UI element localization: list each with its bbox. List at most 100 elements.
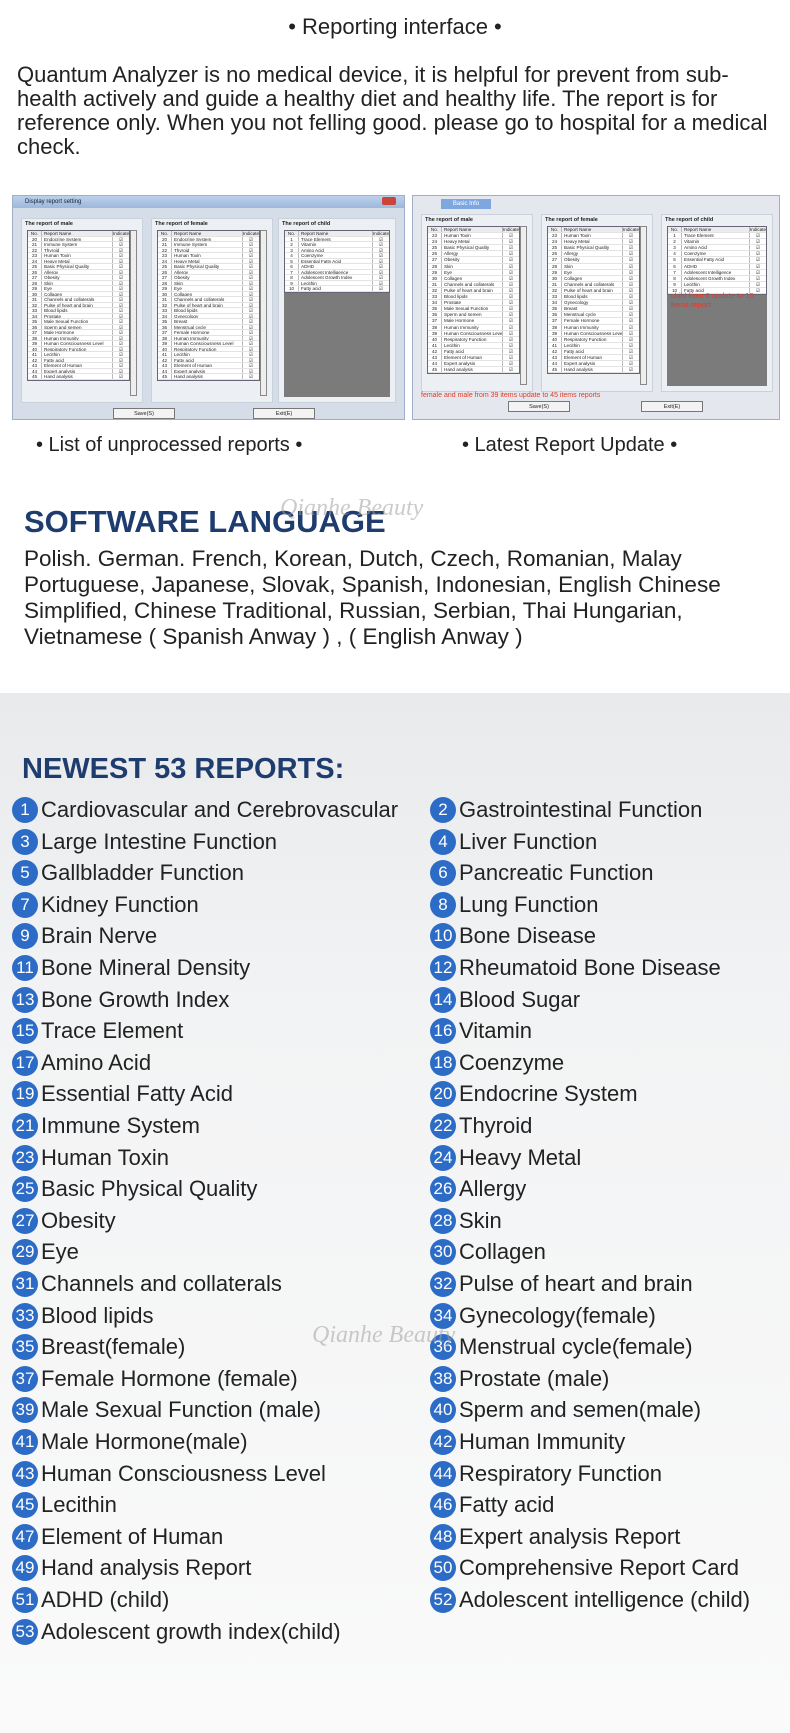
checkbox-icon[interactable]: ☑ xyxy=(113,270,129,275)
checkbox-icon[interactable]: ☑ xyxy=(750,251,766,256)
checkbox-icon[interactable]: ☑ xyxy=(243,248,259,253)
checkbox-icon[interactable]: ☑ xyxy=(243,286,259,291)
checkbox-icon[interactable]: ☑ xyxy=(503,325,519,330)
checkbox-icon[interactable]: ☑ xyxy=(243,253,259,258)
checkbox-icon[interactable]: ☑ xyxy=(113,347,129,352)
checkbox-icon[interactable]: ☑ xyxy=(113,275,129,280)
checkbox-icon[interactable]: ☑ xyxy=(623,282,639,287)
checkbox-icon[interactable]: ☑ xyxy=(243,270,259,275)
checkbox-icon[interactable]: ☑ xyxy=(503,282,519,287)
checkbox-icon[interactable]: ☑ xyxy=(623,264,639,269)
checkbox-icon[interactable]: ☑ xyxy=(750,270,766,275)
checkbox-icon[interactable]: ☑ xyxy=(113,358,129,363)
checkbox-icon[interactable]: ☑ xyxy=(750,257,766,262)
checkbox-icon[interactable]: ☑ xyxy=(503,367,519,372)
checkbox-icon[interactable]: ☑ xyxy=(113,248,129,253)
checkbox-icon[interactable]: ☑ xyxy=(623,367,639,372)
exit-button[interactable]: Exit(E) xyxy=(641,401,703,412)
checkbox-icon[interactable]: ☑ xyxy=(503,312,519,317)
checkbox-icon[interactable]: ☑ xyxy=(623,288,639,293)
checkbox-icon[interactable]: ☑ xyxy=(113,264,129,269)
checkbox-icon[interactable]: ☑ xyxy=(113,341,129,346)
checkbox-icon[interactable]: ☑ xyxy=(373,248,389,253)
checkbox-icon[interactable]: ☑ xyxy=(113,253,129,258)
save-button[interactable]: Save(S) xyxy=(508,401,570,412)
checkbox-icon[interactable]: ☑ xyxy=(113,363,129,368)
checkbox-icon[interactable]: ☑ xyxy=(243,374,259,379)
checkbox-icon[interactable]: ☑ xyxy=(373,237,389,242)
checkbox-icon[interactable]: ☑ xyxy=(623,300,639,305)
checkbox-icon[interactable]: ☑ xyxy=(373,270,389,275)
checkbox-icon[interactable]: ☑ xyxy=(243,347,259,352)
checkbox-icon[interactable]: ☑ xyxy=(113,308,129,313)
checkbox-icon[interactable]: ☑ xyxy=(503,331,519,336)
checkbox-icon[interactable]: ☑ xyxy=(113,352,129,357)
checkbox-icon[interactable]: ☑ xyxy=(503,349,519,354)
checkbox-icon[interactable]: ☑ xyxy=(243,363,259,368)
checkbox-icon[interactable]: ☑ xyxy=(503,251,519,256)
checkbox-icon[interactable]: ☑ xyxy=(113,369,129,374)
checkbox-icon[interactable]: ☑ xyxy=(503,245,519,250)
checkbox-icon[interactable]: ☑ xyxy=(243,352,259,357)
checkbox-icon[interactable]: ☑ xyxy=(750,233,766,238)
checkbox-icon[interactable]: ☑ xyxy=(243,297,259,302)
checkbox-icon[interactable]: ☑ xyxy=(623,343,639,348)
checkbox-icon[interactable]: ☑ xyxy=(373,242,389,247)
checkbox-icon[interactable]: ☑ xyxy=(750,264,766,269)
checkbox-icon[interactable]: ☑ xyxy=(503,264,519,269)
checkbox-icon[interactable]: ☑ xyxy=(503,318,519,323)
checkbox-icon[interactable]: ☑ xyxy=(503,257,519,262)
checkbox-icon[interactable]: ☑ xyxy=(113,286,129,291)
save-button[interactable]: Save(S) xyxy=(113,408,175,419)
checkbox-icon[interactable]: ☑ xyxy=(113,297,129,302)
checkbox-icon[interactable]: ☑ xyxy=(503,300,519,305)
checkbox-icon[interactable]: ☑ xyxy=(373,275,389,280)
checkbox-icon[interactable]: ☑ xyxy=(503,276,519,281)
checkbox-icon[interactable]: ☑ xyxy=(503,343,519,348)
checkbox-icon[interactable]: ☑ xyxy=(243,369,259,374)
checkbox-icon[interactable]: ☑ xyxy=(623,251,639,256)
checkbox-icon[interactable]: ☑ xyxy=(623,312,639,317)
checkbox-icon[interactable]: ☑ xyxy=(623,331,639,336)
checkbox-icon[interactable]: ☑ xyxy=(243,303,259,308)
checkbox-icon[interactable]: ☑ xyxy=(503,337,519,342)
exit-button[interactable]: Exit(E) xyxy=(253,408,315,419)
checkbox-icon[interactable]: ☑ xyxy=(623,294,639,299)
checkbox-icon[interactable]: ☑ xyxy=(243,325,259,330)
checkbox-icon[interactable]: ☑ xyxy=(243,237,259,242)
checkbox-icon[interactable]: ☑ xyxy=(113,281,129,286)
checkbox-icon[interactable]: ☑ xyxy=(113,336,129,341)
checkbox-icon[interactable]: ☑ xyxy=(113,259,129,264)
checkbox-icon[interactable]: ☑ xyxy=(373,253,389,258)
checkbox-icon[interactable]: ☑ xyxy=(113,374,129,379)
checkbox-icon[interactable]: ☑ xyxy=(113,314,129,319)
checkbox-icon[interactable]: ☑ xyxy=(503,233,519,238)
checkbox-icon[interactable]: ☑ xyxy=(243,242,259,247)
checkbox-icon[interactable]: ☑ xyxy=(750,282,766,287)
checkbox-icon[interactable]: ☑ xyxy=(750,276,766,281)
checkbox-icon[interactable]: ☑ xyxy=(623,349,639,354)
checkbox-icon[interactable]: ☑ xyxy=(243,292,259,297)
checkbox-icon[interactable]: ☑ xyxy=(750,245,766,250)
checkbox-icon[interactable]: ☑ xyxy=(373,264,389,269)
checkbox-icon[interactable]: ☑ xyxy=(623,355,639,360)
checkbox-icon[interactable]: ☑ xyxy=(113,303,129,308)
checkbox-icon[interactable]: ☑ xyxy=(243,275,259,280)
checkbox-icon[interactable]: ☑ xyxy=(750,239,766,244)
checkbox-icon[interactable]: ☑ xyxy=(503,306,519,311)
checkbox-icon[interactable]: ☑ xyxy=(243,314,259,319)
checkbox-icon[interactable]: ☑ xyxy=(503,361,519,366)
scrollbar[interactable] xyxy=(640,226,647,385)
checkbox-icon[interactable]: ☑ xyxy=(503,239,519,244)
checkbox-icon[interactable]: ☑ xyxy=(243,336,259,341)
checkbox-icon[interactable]: ☑ xyxy=(623,276,639,281)
checkbox-icon[interactable]: ☑ xyxy=(623,361,639,366)
checkbox-icon[interactable]: ☑ xyxy=(243,259,259,264)
checkbox-icon[interactable]: ☑ xyxy=(243,264,259,269)
checkbox-icon[interactable]: ☑ xyxy=(503,270,519,275)
checkbox-icon[interactable]: ☑ xyxy=(113,319,129,324)
checkbox-icon[interactable]: ☑ xyxy=(623,325,639,330)
checkbox-icon[interactable]: ☑ xyxy=(503,294,519,299)
checkbox-icon[interactable]: ☑ xyxy=(243,281,259,286)
checkbox-icon[interactable]: ☑ xyxy=(243,308,259,313)
